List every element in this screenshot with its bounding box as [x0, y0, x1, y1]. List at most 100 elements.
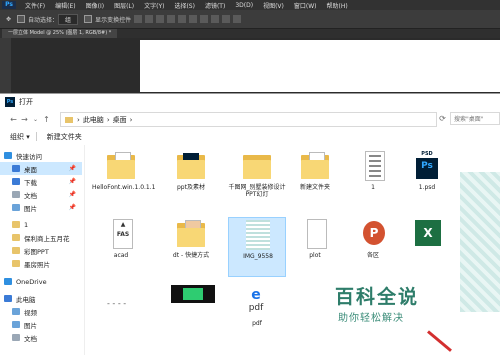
menu-image[interactable]: 图像(I) — [81, 1, 109, 10]
menu-filter[interactable]: 滤镜(T) — [200, 1, 230, 10]
file-item[interactable] — [162, 285, 220, 345]
auto-select-label: 自动选择： — [28, 16, 59, 24]
nav-item[interactable]: 桌面 📌 — [0, 162, 82, 175]
folder-icon — [295, 149, 335, 183]
search-input[interactable]: 搜索"桌面" — [450, 112, 500, 125]
auto-select-dropdown[interactable]: 组 — [58, 13, 79, 25]
file-name: pdf — [252, 320, 262, 327]
nav-item[interactable]: 保利商上五月花 — [0, 231, 82, 244]
pin-icon[interactable]: 📌 — [69, 204, 76, 211]
nav-item[interactable]: 快速访问 — [0, 149, 82, 162]
folder-icon — [65, 116, 73, 123]
menu-file[interactable]: 文件(F) — [20, 1, 50, 10]
video-icon — [12, 308, 20, 315]
divider — [35, 132, 37, 141]
pdf-file-icon: e pdf — [237, 285, 277, 319]
nav-item[interactable]: 视频 — [0, 305, 82, 318]
file-item[interactable]: 新建文件夹 — [286, 149, 344, 209]
auto-select-checkbox[interactable]: 自动选择： — [17, 15, 58, 24]
align-top-icon[interactable] — [167, 15, 176, 23]
menu-type[interactable]: 文字(Y) — [139, 1, 169, 10]
breadcrumb-this-pc[interactable]: 此电脑 — [83, 115, 104, 125]
align-right-icon[interactable] — [156, 15, 165, 23]
align-left-icon[interactable] — [134, 15, 143, 23]
nav-item[interactable]: 1 — [0, 218, 82, 231]
ps-canvas[interactable] — [140, 40, 500, 92]
address-bar[interactable]: › 此电脑 › 桌面 › — [60, 112, 437, 127]
file-item[interactable]: Psppt及素材 — [162, 149, 220, 209]
nav-item[interactable]: 图片 — [0, 318, 82, 331]
navigation-pane: 快速访问 桌面 📌 下载 📌 文档 📌 图片 📌 1 保利商上五月花 彩图PPT 墨房照片 OneDriv… — [0, 145, 82, 355]
file-item[interactable]: PSD Ps 1.psd — [398, 149, 456, 209]
distribute-icon[interactable] — [211, 15, 220, 23]
folder-icon: Ps — [171, 149, 211, 183]
breadcrumb-desktop[interactable]: 桌面 — [113, 115, 127, 125]
nav-item[interactable]: 下载 📌 — [0, 175, 82, 188]
menu-view[interactable]: 视图(V) — [258, 1, 289, 10]
align-middle-icon[interactable] — [178, 15, 187, 23]
pin-icon[interactable]: 📌 — [69, 165, 76, 172]
image-thumbnail-icon — [171, 285, 215, 319]
file-item[interactable]: 千图网_别墅装修设计PPT幻灯 — [228, 149, 286, 209]
file-item[interactable]: dt - 快捷方式 — [162, 217, 220, 277]
up-arrow-icon[interactable]: ↑ — [41, 114, 52, 125]
menu-edit[interactable]: 编辑(E) — [50, 1, 80, 10]
breadcrumb-separator: › — [129, 115, 133, 124]
pin-icon[interactable]: 📌 — [69, 191, 76, 198]
menu-select[interactable]: 选择(S) — [169, 1, 200, 10]
recent-chevron-icon[interactable]: ⌄ — [30, 114, 41, 125]
file-item[interactable]: IMG_9558 — [228, 217, 286, 277]
image-thumbnail-icon — [238, 218, 278, 252]
3d-mode-icon[interactable] — [222, 15, 231, 23]
document-icon — [295, 217, 335, 251]
new-folder-button[interactable]: 新建文件夹 — [47, 132, 82, 142]
pin-icon[interactable]: 📌 — [69, 178, 76, 185]
refresh-icon[interactable]: ⟳ — [437, 113, 448, 124]
psd-file-icon: PSD Ps — [407, 149, 447, 183]
file-item[interactable]: HelloFont.win.1.0.1.1 — [92, 149, 155, 209]
nav-item[interactable]: 墨房照片 — [0, 257, 82, 270]
document-tab[interactable]: 一层立体 Model @ 25% (图层 1, RGB/8#) * — [2, 29, 118, 38]
checkbox-icon[interactable] — [17, 15, 26, 23]
3d-mode-icon[interactable] — [233, 15, 242, 23]
ps-toolbar[interactable] — [0, 38, 11, 98]
nav-item[interactable]: 文档 📌 — [0, 188, 82, 201]
file-item[interactable]: P 各区 — [344, 217, 402, 277]
distribute-icon[interactable] — [200, 15, 209, 23]
breadcrumb-separator: › — [106, 115, 110, 124]
folder-icon — [12, 234, 20, 241]
address-row: ← → ⌄ ↑ › 此电脑 › 桌面 › ⟳ 搜索"桌面" — [0, 110, 500, 128]
nav-item-label: 桌面 — [24, 165, 37, 174]
file-item[interactable]: ▲ FAS acad — [92, 217, 150, 277]
move-tool-icon[interactable]: ✥ — [6, 16, 11, 23]
file-item[interactable]: - - - - — [92, 285, 150, 345]
file-item[interactable]: e pdf pdf — [228, 285, 286, 345]
ps-logo: Ps — [2, 1, 16, 9]
align-center-icon[interactable] — [145, 15, 154, 23]
computer-icon — [4, 295, 12, 302]
nav-item[interactable]: 此电脑 — [0, 292, 82, 305]
nav-item[interactable]: 彩图PPT — [0, 244, 82, 257]
menu-help[interactable]: 帮助(H) — [322, 1, 353, 10]
file-item[interactable]: 1 — [344, 149, 402, 209]
nav-item-label: 此电脑 — [16, 295, 36, 304]
menu-3d[interactable]: 3D(D) — [230, 2, 258, 9]
nav-item[interactable]: 图片 📌 — [0, 201, 82, 214]
pane-divider[interactable] — [84, 145, 85, 355]
nav-item-label: 视频 — [24, 308, 37, 317]
forward-arrow-icon[interactable]: → — [19, 114, 30, 125]
nav-item[interactable]: OneDrive — [0, 275, 82, 288]
nav-item[interactable]: 文档 — [0, 331, 82, 344]
menu-layer[interactable]: 图层(L) — [109, 1, 139, 10]
desktop-icon — [12, 165, 20, 172]
organize-button[interactable]: 组织 ▾ — [10, 132, 30, 142]
menu-window[interactable]: 窗口(W) — [289, 1, 322, 10]
file-item[interactable]: X — [398, 217, 456, 277]
align-bottom-icon[interactable] — [189, 15, 198, 23]
nav-item-label: 图片 — [24, 321, 37, 330]
transform-controls-checkbox[interactable]: 显示变换控件 — [84, 15, 131, 24]
checkbox-icon[interactable] — [84, 15, 93, 23]
breadcrumb-separator: › — [77, 115, 80, 124]
back-arrow-icon[interactable]: ← — [8, 114, 19, 125]
file-item[interactable]: plot — [286, 217, 344, 277]
